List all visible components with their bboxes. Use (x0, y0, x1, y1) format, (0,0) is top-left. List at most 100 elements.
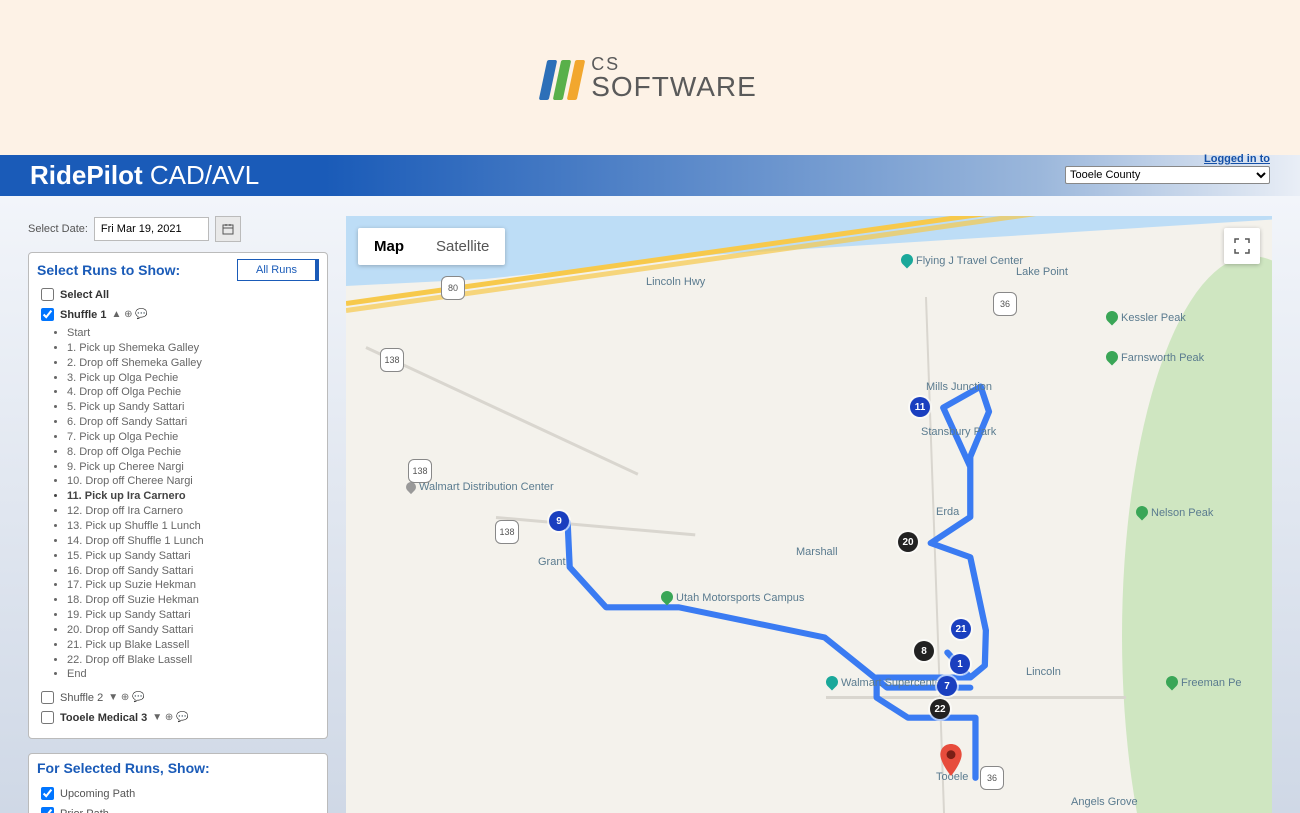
county-select[interactable]: Tooele County (1065, 166, 1270, 184)
brand-software: SOFTWARE (591, 73, 757, 101)
stop-item[interactable]: 20. Drop off Sandy Sattari (67, 623, 319, 638)
highway-badge: 138 (408, 459, 432, 483)
run-label: Shuffle 2 (60, 692, 103, 704)
run-checkbox-row: Shuffle 2 ▼ ⊕ 💬 (37, 688, 319, 707)
highway-badge: 138 (495, 520, 519, 544)
run-checkbox[interactable] (41, 288, 54, 301)
map-label: Freeman Pe (1166, 676, 1242, 689)
map-label: Lake Point (1016, 266, 1068, 278)
map-label: Grant (538, 556, 566, 568)
stop-item[interactable]: 15. Pick up Sandy Sattari (67, 549, 319, 564)
map-label: Farnsworth Peak (1106, 351, 1204, 364)
show-option-checkbox[interactable] (41, 787, 54, 800)
stop-item[interactable]: 9. Pick up Cheree Nargi (67, 460, 319, 475)
app-title: RidePilot CAD/AVL (30, 160, 259, 191)
stop-item[interactable]: 14. Drop off Shuffle 1 Lunch (67, 534, 319, 549)
stop-item[interactable]: 22. Drop off Blake Lassell (67, 653, 319, 668)
map-type-satellite[interactable]: Satellite (420, 228, 505, 265)
stops-list: Start1. Pick up Shemeka Galley2. Drop of… (67, 326, 319, 682)
stop-item[interactable]: 5. Pick up Sandy Sattari (67, 400, 319, 415)
highway-badge: 36 (993, 292, 1017, 316)
stop-item[interactable]: Start (67, 326, 319, 341)
runs-panel-title: Select Runs to Show: (37, 262, 180, 278)
run-action-icons[interactable]: ▼ ⊕ 💬 (108, 692, 144, 703)
stop-item[interactable]: 21. Pick up Blake Lassell (67, 638, 319, 653)
runs-panel: Select Runs to Show: All Runs Select All… (28, 252, 328, 739)
brand-strip: CS SOFTWARE (0, 0, 1300, 155)
highway-badge: 80 (441, 276, 465, 300)
map-label: Nelson Peak (1136, 506, 1213, 519)
fullscreen-button[interactable] (1224, 228, 1260, 264)
show-option-checkbox[interactable] (41, 807, 54, 813)
stop-item[interactable]: 6. Drop off Sandy Sattari (67, 415, 319, 430)
show-panel: For Selected Runs, Show: Upcoming PathPr… (28, 753, 328, 813)
stop-item[interactable]: 4. Drop off Olga Pechie (67, 385, 319, 400)
stop-item[interactable]: 13. Pick up Shuffle 1 Lunch (67, 519, 319, 534)
highway-badge: 36 (980, 766, 1004, 790)
highway-badge: 138 (380, 348, 404, 372)
stop-item[interactable]: 18. Drop off Suzie Hekman (67, 593, 319, 608)
map-label: Walmart Supercenter (826, 676, 945, 689)
run-label: Tooele Medical 3 (60, 712, 147, 724)
stop-item[interactable]: 3. Pick up Olga Pechie (67, 371, 319, 386)
calendar-icon (222, 223, 234, 235)
map-label: Marshall (796, 546, 838, 558)
stop-item[interactable]: 2. Drop off Shemeka Galley (67, 356, 319, 371)
stop-pin[interactable]: 20 (898, 532, 918, 552)
run-label: Shuffle 1 (60, 309, 106, 321)
stop-item[interactable]: 19. Pick up Sandy Sattari (67, 608, 319, 623)
run-checkbox[interactable] (41, 691, 54, 704)
app-title-bold: RidePilot (30, 160, 143, 190)
run-checkbox[interactable] (41, 711, 54, 724)
stop-item[interactable]: 7. Pick up Olga Pechie (67, 430, 319, 445)
current-location-pin (940, 744, 962, 776)
map-label: Angels Grove (1071, 796, 1138, 808)
map-label: Flying J Travel Center (901, 254, 1023, 267)
all-runs-button[interactable]: All Runs (237, 259, 319, 281)
logged-in-link[interactable]: Logged in to (1204, 153, 1270, 165)
map-label: Kessler Peak (1106, 311, 1186, 324)
run-action-icons[interactable]: ▲ ⊕ 💬 (111, 309, 147, 320)
show-panel-title: For Selected Runs, Show: (37, 760, 319, 776)
map-label: Lincoln (1026, 666, 1061, 678)
stop-item[interactable]: 10. Drop off Cheree Nargi (67, 474, 319, 489)
run-checkbox-row: Tooele Medical 3 ▼ ⊕ 💬 (37, 708, 319, 727)
stop-item[interactable]: 12. Drop off Ira Carnero (67, 504, 319, 519)
body-area: Select Date: Select Runs to Show: All Ru… (0, 196, 1300, 813)
stop-pin[interactable]: 22 (930, 699, 950, 719)
map-label: Stansbury Park (921, 426, 996, 438)
stop-item[interactable]: 11. Pick up Ira Carnero (67, 489, 319, 504)
stop-pin[interactable]: 9 (549, 511, 569, 531)
stop-pin[interactable]: 21 (951, 619, 971, 639)
stop-item[interactable]: 17. Pick up Suzie Hekman (67, 578, 319, 593)
date-label: Select Date: (28, 223, 88, 235)
stop-pin[interactable]: 7 (937, 676, 957, 696)
calendar-button[interactable] (215, 216, 241, 242)
date-input[interactable] (94, 217, 209, 241)
app-header: RidePilot CAD/AVL Logged in to Tooele Co… (0, 155, 1300, 196)
map-label: Mills Junction (926, 381, 992, 393)
map-type-control: Map Satellite (358, 228, 505, 265)
map-type-map[interactable]: Map (358, 228, 420, 265)
stop-item[interactable]: End (67, 667, 319, 682)
map-label: Walmart Distribution Center (406, 481, 554, 493)
left-column: Select Date: Select Runs to Show: All Ru… (28, 216, 328, 813)
run-label: Select All (60, 289, 109, 301)
show-option-row: Upcoming Path (37, 784, 319, 803)
stop-item[interactable]: 8. Drop off Olga Pechie (67, 445, 319, 460)
fullscreen-icon (1234, 238, 1250, 254)
map-label: Erda (936, 506, 959, 518)
map-label: Lincoln Hwy (646, 276, 705, 288)
map-label: Utah Motorsports Campus (661, 591, 804, 604)
date-row: Select Date: (28, 216, 328, 242)
run-checkbox[interactable] (41, 308, 54, 321)
stop-item[interactable]: 16. Drop off Sandy Sattari (67, 564, 319, 579)
stop-item[interactable]: 1. Pick up Shemeka Galley (67, 341, 319, 356)
stop-pin[interactable]: 8 (914, 641, 934, 661)
stop-pin[interactable]: 1 (950, 654, 970, 674)
map[interactable]: Lincoln Hwy Flying J Travel CenterLake Po… (346, 216, 1272, 813)
app-title-rest: CAD/AVL (143, 160, 260, 190)
stop-pin[interactable]: 11 (910, 397, 930, 417)
brand-logo: CS SOFTWARE (543, 55, 757, 101)
run-action-icons[interactable]: ▼ ⊕ 💬 (152, 712, 188, 723)
